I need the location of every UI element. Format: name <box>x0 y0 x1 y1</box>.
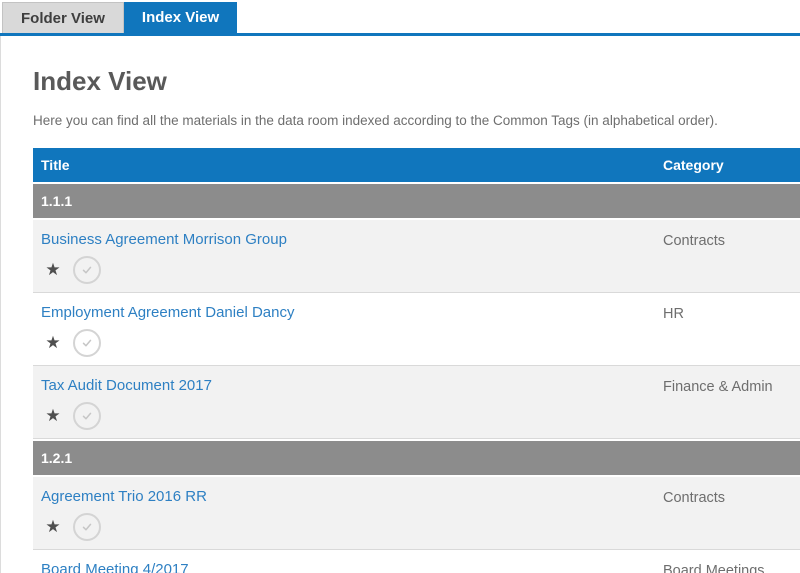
page-description: Here you can find all the materials in t… <box>1 97 800 128</box>
document-link[interactable]: Board Meeting 4/2017 <box>41 561 189 573</box>
index-table: Title Category 1.1.1 Business Agreement … <box>33 148 800 573</box>
title-cell: Tax Audit Document 2017 ★ <box>33 366 663 438</box>
tab-index-view[interactable]: Index View <box>124 2 237 33</box>
table-row: Agreement Trio 2016 RR ★ Contracts <box>33 477 800 550</box>
document-link[interactable]: Tax Audit Document 2017 <box>41 377 212 394</box>
star-icon[interactable]: ★ <box>44 515 62 539</box>
title-cell: Agreement Trio 2016 RR ★ <box>33 477 663 549</box>
title-cell: Board Meeting 4/2017 ★ <box>33 550 663 573</box>
row-icons: ★ <box>41 256 663 284</box>
category-cell: HR <box>663 293 800 365</box>
column-header-category: Category <box>663 157 800 173</box>
row-icons: ★ <box>41 329 663 357</box>
document-link[interactable]: Agreement Trio 2016 RR <box>41 488 207 505</box>
star-icon[interactable]: ★ <box>44 404 62 428</box>
column-header-title: Title <box>33 157 663 173</box>
check-circle-icon[interactable] <box>73 513 101 541</box>
table-row: Employment Agreement Daniel Dancy ★ HR <box>33 293 800 366</box>
table-row: Tax Audit Document 2017 ★ Finance & Admi… <box>33 366 800 439</box>
category-cell: Board Meetings <box>663 550 800 573</box>
section-header: 1.2.1 <box>33 441 800 475</box>
star-icon[interactable]: ★ <box>44 258 62 282</box>
table-header-row: Title Category <box>33 148 800 182</box>
app-window: Folder View Index View Index View Here y… <box>0 0 800 573</box>
category-cell: Contracts <box>663 220 800 292</box>
index-view-page: Index View Here you can find all the mat… <box>0 36 800 573</box>
row-icons: ★ <box>41 402 663 430</box>
tab-folder-view[interactable]: Folder View <box>2 2 124 33</box>
check-circle-icon[interactable] <box>73 329 101 357</box>
document-link[interactable]: Business Agreement Morrison Group <box>41 231 287 248</box>
section-header: 1.1.1 <box>33 184 800 218</box>
category-cell: Contracts <box>663 477 800 549</box>
check-circle-icon[interactable] <box>73 256 101 284</box>
check-circle-icon[interactable] <box>73 402 101 430</box>
category-cell: Finance & Admin <box>663 366 800 438</box>
page-title: Index View <box>1 36 800 97</box>
table-row: Board Meeting 4/2017 ★ Board Meetings <box>33 550 800 573</box>
row-icons: ★ <box>41 513 663 541</box>
table-row: Business Agreement Morrison Group ★ Cont… <box>33 220 800 293</box>
tab-folder-view-label: Folder View <box>21 10 105 27</box>
view-tabbar: Folder View Index View <box>0 0 800 33</box>
star-icon[interactable]: ★ <box>44 331 62 355</box>
tab-index-view-label: Index View <box>142 9 219 26</box>
document-link[interactable]: Employment Agreement Daniel Dancy <box>41 304 294 321</box>
title-cell: Business Agreement Morrison Group ★ <box>33 220 663 292</box>
title-cell: Employment Agreement Daniel Dancy ★ <box>33 293 663 365</box>
